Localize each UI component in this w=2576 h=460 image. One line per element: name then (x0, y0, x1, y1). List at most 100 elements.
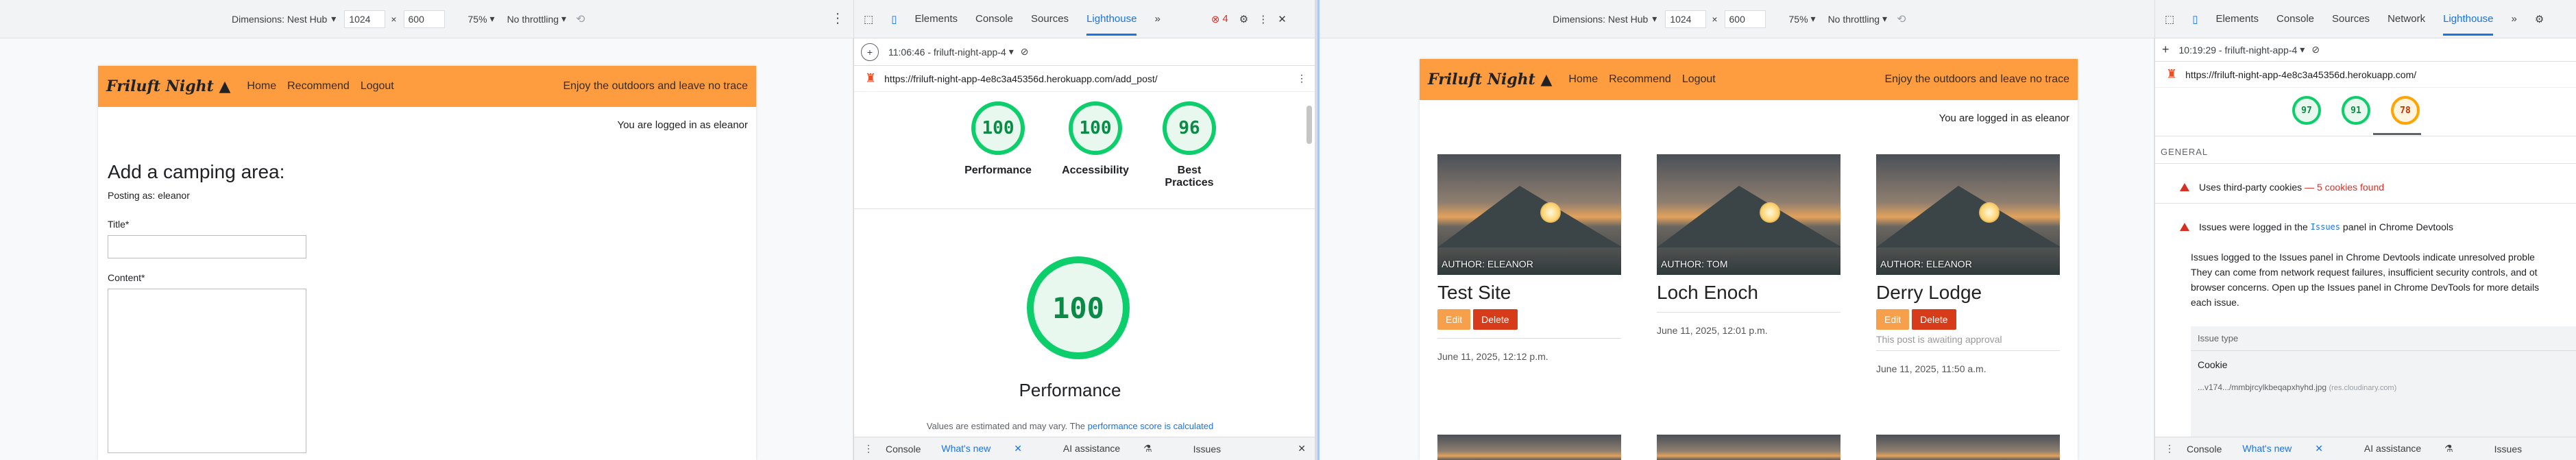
site-tagline: Enjoy the outdoors and leave no trace (1884, 73, 2069, 85)
devtools-tabbar: ⬚ ▯ Elements Console Sources Lighthouse … (854, 0, 1315, 38)
tab-sources[interactable]: Sources (1031, 13, 1069, 25)
tab-elements[interactable]: Elements (2215, 13, 2259, 25)
inspect-icon[interactable]: ⬚ (864, 13, 873, 25)
post-image[interactable] (1437, 435, 1621, 460)
rotate-icon[interactable]: ⟲ (1897, 12, 1906, 26)
drawer-tab-issues[interactable]: Issues (1193, 444, 1221, 455)
nav-logout-link[interactable]: Logout (1682, 73, 1716, 86)
drawer-tab-issues[interactable]: Issues (2494, 444, 2522, 455)
add-report-icon[interactable]: + (861, 43, 879, 61)
score-performance[interactable]: 100 Performance (964, 101, 1032, 189)
nav-home-link[interactable]: Home (1568, 73, 1598, 86)
post-title[interactable]: Derry Lodge (1876, 282, 2060, 304)
brand-logo[interactable]: Friluft Night ▲ (1428, 71, 1552, 88)
score-best-practices[interactable]: 96 Best Practices (1158, 101, 1220, 189)
drawer-tab-console[interactable]: Console (2187, 444, 2222, 455)
report-select[interactable]: 11:06:46 - friluft-night-app-4 (888, 47, 1006, 58)
content-label: Content* (108, 272, 145, 283)
post-card[interactable]: AUTHOR: ELEANOR Derry Lodge Edit Delete T… (1876, 154, 2060, 374)
content-textarea[interactable] (108, 289, 306, 453)
drawer-tab-ai[interactable]: AI assistance ⚗ (1063, 443, 1173, 455)
score-gauge[interactable]: 97 (2292, 96, 2321, 125)
title-input[interactable] (108, 235, 306, 258)
nav-home-link[interactable]: Home (247, 80, 276, 93)
scrollbar-thumb[interactable] (1307, 106, 1312, 144)
audit-third-party-cookies[interactable]: Uses third-party cookies — 5 cookies fou… (2180, 175, 2384, 199)
add-report-icon[interactable]: + (2162, 43, 2170, 57)
brand-logo[interactable]: Friluft Night ▲ (106, 77, 230, 95)
drawer-tab-whats-new[interactable]: What's new ✕ (2242, 443, 2344, 455)
post-card[interactable]: AUTHOR: TOM Loch Enoch June 11, 2025, 12… (1657, 154, 1840, 336)
gear-icon[interactable]: ⚙ (2535, 13, 2544, 25)
drawer-tab-console[interactable]: Console (886, 444, 921, 455)
close-icon[interactable]: ✕ (2315, 443, 2323, 454)
tab-elements[interactable]: Elements (914, 13, 958, 25)
devtools-drawer: ⋮ Console What's new ✕ AI assistance ⚗ I… (854, 437, 1315, 460)
more-options-icon[interactable]: ⋮ (1258, 13, 1268, 25)
gear-icon[interactable]: ⚙ (1239, 13, 1248, 25)
tab-console[interactable]: Console (2276, 13, 2314, 25)
nav-logout-link[interactable]: Logout (361, 80, 394, 93)
height-input[interactable]: 600 (1724, 10, 1766, 28)
post-title[interactable]: Test Site (1437, 282, 1621, 304)
tab-console[interactable]: Console (975, 13, 1013, 25)
score-gauge-selected[interactable]: 78 (2391, 96, 2420, 125)
score-accessibility[interactable]: 100 Accessibility (1061, 101, 1130, 189)
devtools-tabbar: ⬚ ▯ Elements Console Sources Network Lig… (2155, 0, 2576, 38)
report-select[interactable]: 10:19:29 - friluft-night-app-4 (2179, 45, 2298, 56)
post-card[interactable]: AUTHOR: ELEANOR Test Site Edit Delete Jun… (1437, 154, 1621, 362)
dimensions-select[interactable]: Dimensions: Nest Hub (232, 14, 327, 25)
nav-recommend-link[interactable]: Recommend (287, 80, 350, 93)
zoom-select[interactable]: 75% (1789, 14, 1808, 25)
rotate-icon[interactable]: ⟲ (576, 12, 585, 26)
tab-network[interactable]: Network (2387, 13, 2425, 25)
post-image[interactable] (1657, 435, 1840, 460)
chevron-down-icon: ▾ (561, 13, 567, 24)
zoom-select[interactable]: 75% (468, 14, 487, 25)
close-icon[interactable]: ✕ (1014, 443, 1022, 454)
inspect-icon[interactable]: ⬚ (2165, 13, 2174, 25)
more-options-icon[interactable]: ⋮ (1297, 73, 1307, 84)
post-image[interactable] (1876, 435, 2060, 460)
throttle-select[interactable]: No throttling (1828, 14, 1880, 25)
clear-icon[interactable]: ⊘ (2311, 44, 2320, 56)
throttle-select[interactable]: No throttling (507, 14, 559, 25)
device-toggle-icon[interactable]: ▯ (891, 13, 897, 25)
tab-lighthouse[interactable]: Lighthouse (1086, 2, 1137, 36)
clear-icon[interactable]: ⊘ (1021, 46, 1029, 58)
post-image[interactable]: AUTHOR: ELEANOR (1876, 154, 2060, 275)
issue-table: Issue type Cookie ...v174.../mmbjrcylkbe… (2191, 326, 2576, 437)
tab-sources[interactable]: Sources (2332, 13, 2370, 25)
error-icon[interactable]: ⊗ (1211, 13, 1220, 25)
report-url[interactable]: https://friluft-night-app-4e8c3a45356d.h… (2185, 69, 2416, 80)
device-toggle-icon[interactable]: ▯ (2192, 13, 2198, 25)
post-title[interactable]: Loch Enoch (1657, 282, 1840, 304)
more-tabs-icon[interactable]: » (2511, 13, 2516, 25)
post-image[interactable]: AUTHOR: ELEANOR (1437, 154, 1621, 275)
edit-button[interactable]: Edit (1437, 309, 1471, 330)
chevron-down-icon: ▾ (331, 13, 337, 24)
nav-recommend-link[interactable]: Recommend (1609, 73, 1671, 86)
score-gauge[interactable]: 91 (2342, 96, 2370, 125)
edit-button[interactable]: Edit (1876, 309, 1910, 330)
more-options-icon[interactable]: ⋮ (2165, 443, 2174, 455)
close-icon[interactable]: ✕ (1298, 443, 1306, 455)
tab-lighthouse[interactable]: Lighthouse (2443, 2, 2494, 36)
dimensions-select[interactable]: Dimensions: Nest Hub (1553, 14, 1648, 25)
width-input[interactable]: 1024 (1665, 10, 1707, 28)
more-options-icon[interactable]: ⋮ (831, 10, 845, 27)
score-calc-link[interactable]: performance score is calculated (1088, 421, 1214, 431)
report-url[interactable]: https://friluft-night-app-4e8c3a45356d.h… (884, 73, 1158, 84)
close-icon[interactable]: ✕ (1278, 13, 1287, 25)
height-input[interactable]: 600 (403, 10, 445, 28)
more-options-icon[interactable]: ⋮ (864, 443, 873, 455)
drawer-tab-ai[interactable]: AI assistance ⚗ (2364, 443, 2474, 455)
delete-button[interactable]: Delete (1473, 309, 1518, 330)
delete-button[interactable]: Delete (1912, 309, 1956, 330)
awaiting-approval-note: This post is awaiting approval (1876, 334, 2002, 345)
audit-issues-logged[interactable]: Issues were logged in the Issues panel i… (2180, 215, 2453, 239)
drawer-tab-whats-new[interactable]: What's new ✕ (941, 443, 1043, 455)
more-tabs-icon[interactable]: » (1154, 13, 1160, 25)
post-image[interactable]: AUTHOR: TOM (1657, 154, 1840, 275)
width-input[interactable]: 1024 (344, 10, 386, 28)
